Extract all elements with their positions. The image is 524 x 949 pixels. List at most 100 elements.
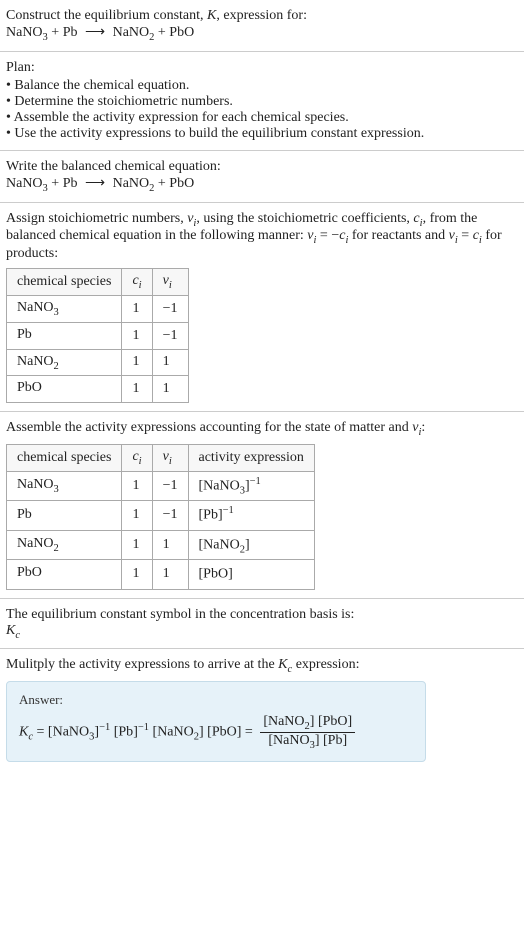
react-rhs-b: PbO [169,25,194,40]
bal-rhs-a: NaNO [113,176,150,191]
cell-c: 1 [122,560,152,589]
ae-open: [NaNO [199,478,240,493]
frac-den: [NaNO3] [Pb] [260,733,355,751]
th-nui: νi [152,444,188,471]
ae-pow: −1 [250,476,261,487]
th-species: chemical species [7,444,122,471]
cell-nu: −1 [152,471,188,500]
ans-eq1: = [33,725,48,740]
cell-c: 1 [122,376,152,403]
cell-c: 1 [122,530,152,559]
bal-lhs-b: Pb [63,176,78,191]
bal-arrow: ⟶ [78,176,113,191]
plan-item: Assemble the activity expression for eac… [6,110,518,126]
cell-nu: −1 [152,295,188,322]
cell-species: Pb [7,322,122,349]
th-nui-sub: i [169,280,172,291]
cell-name: Pb [17,507,32,522]
react-rhs-a: NaNO [113,25,150,40]
plan-item: Determine the stoichiometric numbers. [6,94,518,110]
cell-name-sub: 3 [54,484,59,495]
table-row: PbO 1 1 [7,376,189,403]
react-lhs-b: Pb [63,25,78,40]
plan-item: Use the activity expressions to build th… [6,126,518,142]
th-ci: ci [122,444,152,471]
table-row: NaNO3 1 −1 [7,295,189,322]
stoich-rel2b: = [458,228,473,243]
cell-species: NaNO2 [7,349,122,376]
multiply-section: Mulitply the activity expressions to arr… [0,649,524,769]
plan-list: Balance the chemical equation. Determine… [6,78,518,142]
ans-t1o: [NaNO [48,725,89,740]
cell-name: PbO [17,565,42,580]
activity-colon: : [421,420,425,435]
balanced-heading: Write the balanced chemical equation: [6,159,518,175]
table-row: NaNO3 1 −1 [NaNO3]−1 [7,471,315,500]
ans-t2p: −1 [138,722,149,733]
ans-t3c: ] [199,725,204,740]
cell-activity: [Pb]−1 [188,501,314,530]
activity-table: chemical species ci νi activity expressi… [6,444,315,590]
den-a-close: ] [Pb] [315,733,347,748]
cell-name: Pb [17,327,32,342]
ans-t3o: [NaNO [153,725,194,740]
cell-c: 1 [122,471,152,500]
bal-plus2: + [154,176,169,191]
ans-t2o: [Pb [114,725,133,740]
balanced-section: Write the balanced chemical equation: Na… [0,151,524,203]
cell-name-sub: 2 [54,360,59,371]
react-plus1: + [48,25,63,40]
cell-nu: 1 [152,530,188,559]
cell-name-sub: 2 [54,543,59,554]
cell-nu: 1 [152,560,188,589]
stoich-section: Assign stoichiometric numbers, νi, using… [0,203,524,413]
reaction-unbalanced: NaNO3 + Pb ⟶ NaNO2 + PbO [6,24,518,43]
plan-item: Balance the chemical equation. [6,78,518,94]
cell-species: Pb [7,501,122,530]
table-header-row: chemical species ci νi [7,269,189,296]
table-row: Pb 1 −1 [7,322,189,349]
cell-activity: [NaNO3]−1 [188,471,314,500]
stoich-table: chemical species ci νi NaNO3 1 −1 Pb 1 −… [6,268,189,403]
stoich-intro-b: , using the stoichiometric coefficients, [196,211,413,226]
cell-activity: [PbO] [188,560,314,589]
cell-name: PbO [17,380,42,395]
answer-label: Answer: [19,692,413,708]
multiply-b: expression: [292,657,359,672]
kc-K: K [6,623,15,638]
table-row: PbO 1 1 [PbO] [7,560,315,589]
react-lhs-a: NaNO [6,25,43,40]
frac-num: [NaNO2] [PbO] [260,714,355,733]
activity-section: Assemble the activity expressions accoun… [0,412,524,598]
plan-section: Plan: Balance the chemical equation. Det… [0,52,524,151]
cell-species: PbO [7,376,122,403]
react-plus2: + [154,25,169,40]
stoich-intro-a: Assign stoichiometric numbers, [6,211,187,226]
ans-eq2: = [241,725,256,740]
bal-rhs-b: PbO [169,176,194,191]
th-ci: ci [122,269,152,296]
activity-intro: Assemble the activity expressions accoun… [6,420,518,438]
cell-name: NaNO [17,536,54,551]
table-row: NaNO2 1 1 [7,349,189,376]
cell-activity: [NaNO2] [188,530,314,559]
prompt-line-a: Construct the equilibrium constant, K, e… [6,8,307,23]
cell-species: NaNO3 [7,295,122,322]
cell-name: NaNO [17,477,54,492]
ae-open: [NaNO [199,537,240,552]
table-row: NaNO2 1 1 [NaNO2] [7,530,315,559]
ans-K: K [19,725,28,740]
ans-t1p: −1 [99,722,110,733]
plan-title: Plan: [6,60,518,76]
th-ci-sub: i [139,280,142,291]
bal-lhs-a: NaNO [6,176,43,191]
ae-close: ] [245,537,250,552]
multiply-a: Mulitply the activity expressions to arr… [6,657,278,672]
cell-c: 1 [122,501,152,530]
num-a-close: ] [PbO] [310,714,352,729]
cell-c: 1 [122,322,152,349]
cell-name-sub: 3 [54,307,59,318]
table-header-row: chemical species ci νi activity expressi… [7,444,315,471]
multiply-line: Mulitply the activity expressions to arr… [6,657,518,675]
cell-nu: 1 [152,349,188,376]
